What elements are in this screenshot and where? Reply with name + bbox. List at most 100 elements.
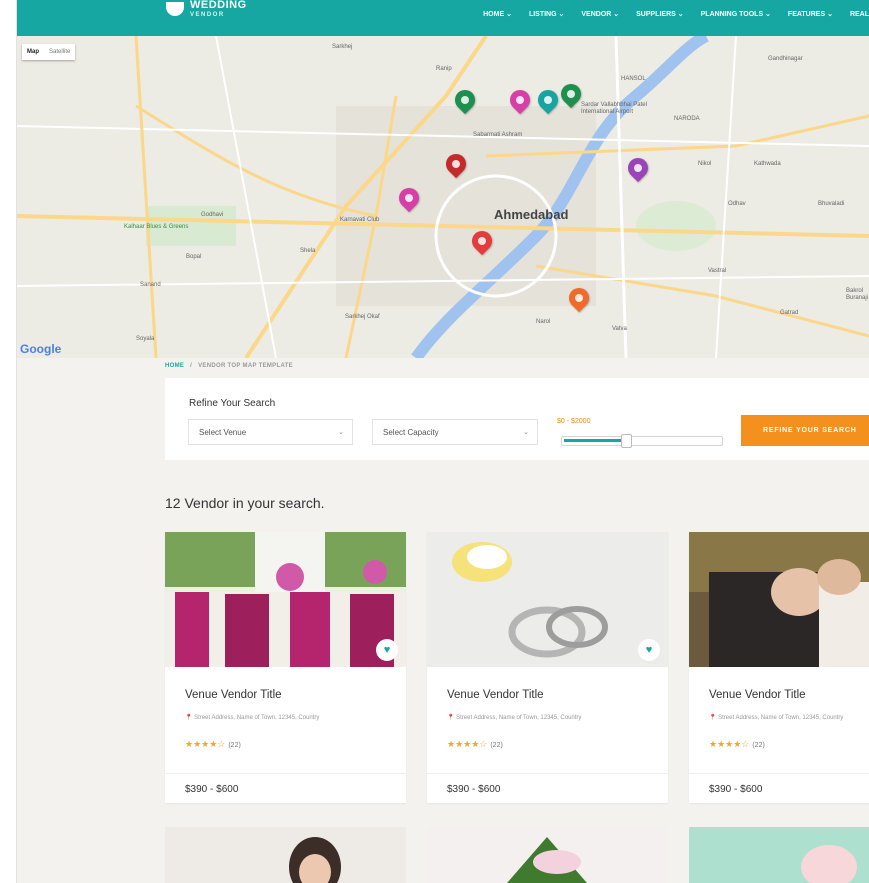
refine-search-button[interactable]: REFINE YOUR SEARCH xyxy=(741,415,869,446)
chevron-down-icon: ⌄ xyxy=(523,429,529,436)
price-range-label: $0 - $2000 xyxy=(557,418,591,425)
map-place-label: Bakrol Buranaji xyxy=(846,288,869,301)
review-count: (22) xyxy=(228,742,241,749)
results-count: 12 Vendor in your search. xyxy=(165,495,325,511)
brand-logo[interactable]: WEDDING VENDOR xyxy=(166,0,247,36)
map-roads xyxy=(16,36,869,358)
star-rating-icon: ★★★★☆ xyxy=(185,739,226,749)
vendor-title[interactable]: Venue Vendor Title xyxy=(447,689,544,701)
map-place-label: Sarkhej xyxy=(332,44,353,50)
vendor-card-image[interactable] xyxy=(165,827,406,883)
venue-select-value: Select Venue xyxy=(199,428,247,437)
satellite-view-button[interactable]: Satellite xyxy=(44,49,75,55)
map-place-label: Sardar Vallabhbhai Patel International A… xyxy=(581,102,647,115)
vendor-price: $390 - $600 xyxy=(709,784,763,795)
map-place-label: Kalhaar Blues & Greens xyxy=(124,224,189,230)
map-place-label: NARODA xyxy=(674,116,700,122)
vendor-card-image[interactable] xyxy=(689,827,869,883)
nav-real[interactable]: REAL xyxy=(850,11,869,18)
vendor-card-image[interactable] xyxy=(689,532,869,667)
map-place-label: Bhuvaladi xyxy=(818,201,845,207)
bride-image xyxy=(165,827,406,883)
venue-chairs-image xyxy=(165,532,406,667)
vendor-address: 📍 Street Address, Name of Town, 12345, C… xyxy=(185,715,320,721)
review-count: (22) xyxy=(490,742,503,749)
couple-image xyxy=(689,532,869,667)
map-place-label: Odhav xyxy=(728,201,746,207)
cupcake-image xyxy=(689,827,869,883)
map-place-label: Kathwada xyxy=(754,161,781,167)
chevron-down-icon: ⌄ xyxy=(338,429,344,436)
heart-icon[interactable]: ♥ xyxy=(638,639,660,661)
vendor-card-image[interactable]: ♥ xyxy=(165,532,406,667)
vendor-rating: ★★★★☆ (22) xyxy=(185,739,241,750)
breadcrumb: HOME / VENDOR TOP MAP TEMPLATE xyxy=(165,363,293,369)
logo-heart-icon xyxy=(166,2,184,16)
vendor-card-image[interactable]: ♥ xyxy=(427,532,668,667)
map-place-label: Gatrad xyxy=(780,310,799,316)
map-place-label: Soyala xyxy=(136,336,155,342)
review-count: (22) xyxy=(752,742,765,749)
map-place-label: Narol xyxy=(536,319,551,325)
map-place-label: Vastral xyxy=(708,268,727,274)
vendor-card-image[interactable] xyxy=(427,827,668,883)
vendor-address: 📍 Street Address, Name of Town, 12345, C… xyxy=(447,715,582,721)
nav-vendor[interactable]: VENDOR ⌄ xyxy=(581,10,619,18)
map-type-toggle[interactable]: Map Satellite xyxy=(22,44,76,60)
refine-search-panel: Refine Your Search Select Venue ⌄ Select… xyxy=(165,378,869,460)
map-city-label: Ahmedabad xyxy=(494,207,569,222)
brand-sub: VENDOR xyxy=(190,12,225,18)
map-place-label: Ranip xyxy=(436,66,452,72)
vendor-map[interactable]: Map Satellite Ahmedabad Sarkhej Okaf Kar… xyxy=(16,36,869,358)
map-place-label: Sanand xyxy=(140,282,161,288)
vendor-title[interactable]: Venue Vendor Title xyxy=(185,689,282,701)
breadcrumb-home[interactable]: HOME xyxy=(165,363,184,369)
map-place-label: Karnavati Club xyxy=(340,217,380,223)
vendor-card[interactable]: ♥ Venue Vendor Title 📍 Street Address, N… xyxy=(427,532,668,803)
map-place-label: HANSOL xyxy=(621,76,646,82)
venue-select[interactable]: Select Venue ⌄ xyxy=(188,419,353,445)
map-place-label: Sarkhej Okaf xyxy=(345,314,380,320)
vendor-card[interactable]: Venue Vendor Title 📍 Street Address, Nam… xyxy=(689,532,869,803)
star-rating-icon: ★★★★☆ xyxy=(709,739,750,749)
slider-handle[interactable] xyxy=(621,434,633,448)
vendor-price-bar: $390 - $600 xyxy=(427,773,668,804)
vendor-price-bar: $390 - $600 xyxy=(165,773,406,804)
google-attribution: Google xyxy=(20,342,62,356)
vendor-title[interactable]: Venue Vendor Title xyxy=(709,689,806,701)
wedding-rings-image xyxy=(427,532,668,667)
capacity-select[interactable]: Select Capacity ⌄ xyxy=(372,419,538,445)
price-range-slider[interactable] xyxy=(561,434,723,448)
top-navbar: WEDDING VENDOR HOME ⌄ LISTING ⌄ VENDOR ⌄… xyxy=(16,0,869,36)
flowers-image xyxy=(427,827,668,883)
vendor-rating: ★★★★☆ (22) xyxy=(709,739,765,750)
nav-home[interactable]: HOME ⌄ xyxy=(483,10,512,18)
map-view-button[interactable]: Map xyxy=(22,49,44,55)
map-place-label: Vatva xyxy=(612,326,627,332)
search-title: Refine Your Search xyxy=(189,398,276,409)
map-place-label: Gandhinagar xyxy=(768,56,803,62)
nav-listing[interactable]: LISTING ⌄ xyxy=(529,10,564,18)
heart-icon[interactable]: ♥ xyxy=(376,639,398,661)
nav-suppliers[interactable]: SUPPLIERS ⌄ xyxy=(636,10,684,18)
window-left-edge xyxy=(0,0,17,883)
vendor-card[interactable]: ♥ Venue Vendor Title 📍 Street Address, N… xyxy=(165,532,406,803)
breadcrumb-separator: / xyxy=(190,363,193,369)
nav-planning-tools[interactable]: PLANNING TOOLS ⌄ xyxy=(701,10,771,18)
vendor-price: $390 - $600 xyxy=(447,784,501,795)
nav-features[interactable]: FEATURES ⌄ xyxy=(788,10,833,18)
vendor-address: 📍 Street Address, Name of Town, 12345, C… xyxy=(709,715,844,721)
vendor-price: $390 - $600 xyxy=(185,784,239,795)
main-nav: HOME ⌄ LISTING ⌄ VENDOR ⌄ SUPPLIERS ⌄ PL… xyxy=(483,0,869,28)
capacity-select-value: Select Capacity xyxy=(383,428,439,437)
vendor-rating: ★★★★☆ (22) xyxy=(447,739,503,750)
map-place-label: Godhavi xyxy=(201,212,224,218)
vendor-price-bar: $390 - $600 xyxy=(689,773,869,803)
breadcrumb-current: VENDOR TOP MAP TEMPLATE xyxy=(198,363,293,369)
map-place-label: Nikol xyxy=(698,161,712,167)
map-place-label: Sabarmati Ashram xyxy=(473,132,523,138)
map-place-label: Bopal xyxy=(186,254,202,260)
slider-fill xyxy=(564,439,627,442)
star-rating-icon: ★★★★☆ xyxy=(447,739,488,749)
map-place-label: Shela xyxy=(300,248,316,254)
